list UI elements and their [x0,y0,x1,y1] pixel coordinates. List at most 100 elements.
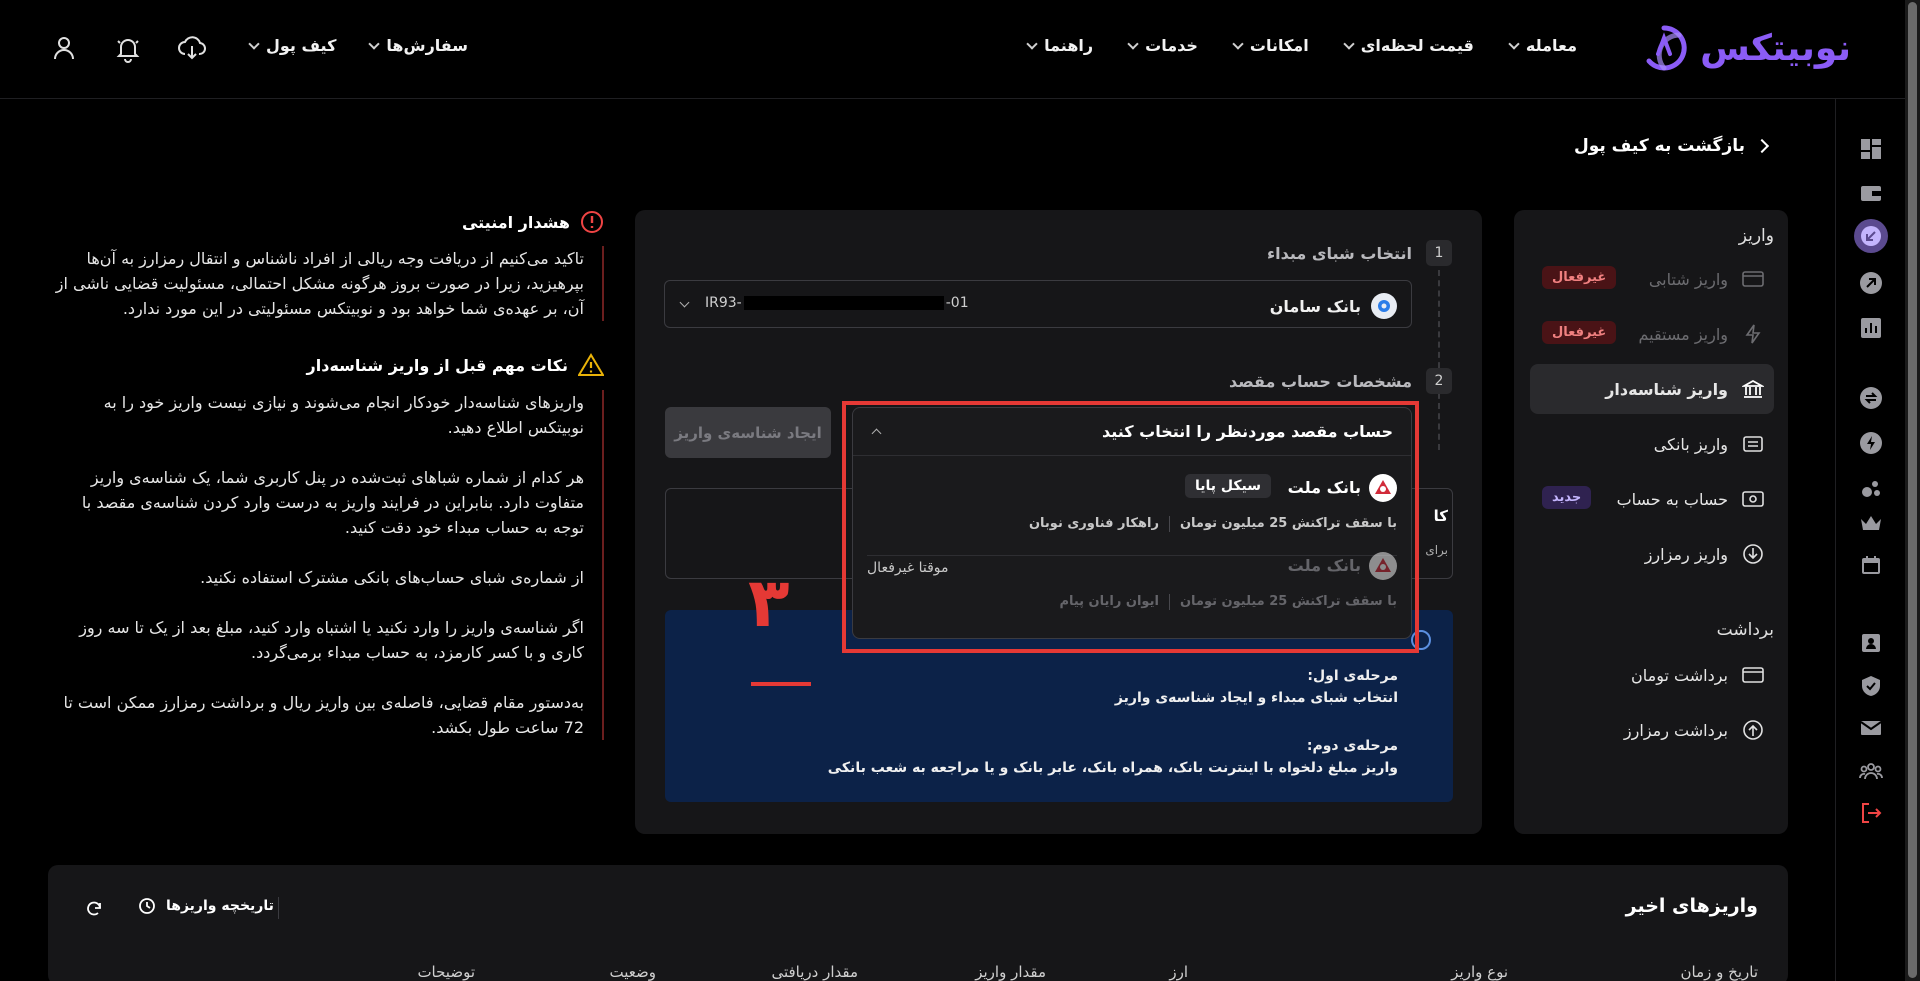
lightning-icon[interactable] [1857,429,1885,457]
security-warning-text: تاکید می‌کنیم از دریافت وجه ریالی از افر… [48,246,604,321]
user-icon[interactable] [48,32,80,64]
nav-trade-label: معامله [1525,36,1577,55]
side-item-instant-deposit[interactable]: واریز شتابی غیرفعال [1530,254,1774,304]
side-item-label: برداشت رمزارز [1623,720,1728,740]
side-item-bank-deposit[interactable]: واریز بانکی [1530,419,1774,469]
users-icon[interactable] [1857,757,1885,785]
side-item-account-to-account[interactable]: حساب به حساب جدید [1530,474,1774,524]
chevron-down-icon [1508,37,1520,50]
top-navbar: نوبیتکس معامله قیمت لحظه‌ای امکانات خدما… [0,0,1905,99]
wallet-icon[interactable] [1857,179,1885,207]
dots-icon[interactable] [1857,474,1885,502]
alert-circle-icon [581,211,603,233]
exchange-icon[interactable] [1857,384,1885,412]
destination-account-dropdown[interactable]: حساب مقصد موردنظر را انتخاب کنید بانک مل… [852,407,1412,639]
nav-orders-label: سفارش‌ها [386,36,469,55]
step-number: 2 [1426,368,1452,394]
id-card-icon[interactable] [1857,629,1885,657]
nav-wallet[interactable]: کیف پول [248,36,337,55]
side-item-label: واریز مستقیم [1638,324,1728,344]
source-iban-select[interactable]: بانک سامان IR93- -01 [664,280,1412,328]
user-nav: سفارش‌ها کیف پول [248,36,469,55]
source-iban: IR93- -01 [705,295,969,311]
option-bank-name: بانک ملت [1287,556,1361,575]
note-item: از شماره‌ی شبای حساب‌های بانکی مشترک است… [200,568,584,587]
status-badge: غیرفعال [1542,321,1617,344]
note-item: به‌دستور مقام قضایی، فاصله‌ی بین واریز ر… [63,693,584,737]
nav-live-price[interactable]: قیمت لحظه‌ای [1343,36,1474,55]
nav-features[interactable]: امکانات [1232,36,1309,55]
clock-icon [139,898,155,914]
account-card-title: کا [1433,507,1448,525]
side-item-id-deposit[interactable]: واریز شناسه‌دار [1530,364,1774,414]
page-scrollbar[interactable] [1905,0,1920,981]
chevron-down-icon [368,37,381,50]
scrollbar-thumb[interactable] [1908,2,1917,978]
chevron-up-icon [871,428,882,439]
nav-trade[interactable]: معامله [1508,36,1577,55]
notes-title: نکات مهم قبل از واریز شناسه‌دار [306,355,568,375]
dashboard-icon[interactable] [1857,135,1885,163]
chevron-down-icon [1026,37,1038,50]
history-label: تاریخچه واریزها [166,898,274,914]
side-item-label: حساب به حساب [1616,489,1728,509]
recent-deposits-title: واریزهای اخیر [1625,895,1758,917]
step-connector [1438,270,1440,450]
nav-live-price-label: قیمت لحظه‌ای [1360,36,1474,55]
refresh-icon[interactable] [84,899,104,919]
step1-title: انتخاب شبای مبداء [1266,244,1412,263]
back-to-wallet-link[interactable]: بازگشت به کیف پول [1574,136,1770,156]
side-item-label: برداشت تومان [1631,665,1728,685]
option-bank-name: بانک ملت [1287,478,1361,497]
annotation-underline [751,682,811,686]
option-company: ایوان رایان پیام [1059,594,1159,609]
nav-wallet-label: کیف پول [266,36,337,55]
side-item-toman-withdraw[interactable]: برداشت تومان [1530,650,1774,700]
chevron-down-icon [1127,37,1139,50]
side-item-crypto-withdraw[interactable]: برداشت رمزارز [1530,705,1774,755]
annotation-number: ۳ [748,564,790,643]
dropdown-placeholder: حساب مقصد موردنظر را انتخاب کنید [1101,422,1393,441]
calendar-icon[interactable] [1857,551,1885,579]
side-item-direct-deposit[interactable]: واریز مستقیم غیرفعال [1530,309,1774,359]
top-icons [48,32,208,64]
side-item-label: واریز شتابی [1648,269,1728,289]
info-icon [1411,630,1431,650]
column-header: ارز [1169,963,1188,981]
column-header: تاریخ و زمان [1680,963,1759,981]
security-warning-heading: هشدار امنیتی [462,210,604,234]
crown-icon[interactable] [1857,509,1885,537]
nobitex-logo-icon [1646,25,1687,71]
chevron-down-icon [248,37,260,50]
nav-services[interactable]: خدمات [1127,36,1198,55]
side-item-crypto-deposit[interactable]: واریز رمزارز [1530,529,1774,579]
chart-icon[interactable] [1857,314,1885,342]
withdraw-icon[interactable] [1857,269,1885,297]
nav-orders[interactable]: سفارش‌ها [368,36,469,55]
option-limit: با سقف تراکنش 25 میلیون تومان [1179,516,1397,531]
iban-redaction [743,296,944,310]
column-header: مقدار واریز [975,963,1046,981]
source-bank: بانک سامان [1270,293,1397,319]
chevron-down-icon [1232,37,1244,50]
dropdown-option-disabled: بانک ملت موقتا غیرفعال با سقف تراکنش 25 … [853,542,1411,634]
new-badge: جدید [1542,486,1592,509]
divider [1168,516,1170,532]
divider [1168,594,1170,610]
upload-circle-icon [1740,717,1766,743]
note-item: اگر شناسه‌ی واریز را وارد نکنید یا اشتبا… [79,618,584,662]
brand-logo[interactable]: نوبیتکس [1640,24,1851,72]
status-badge: غیرفعال [1542,266,1617,289]
divider [278,897,279,919]
deposit-icon[interactable] [1854,219,1888,253]
create-deposit-id-button[interactable]: ایجاد شناسه‌ی واریز [665,407,831,458]
mail-icon[interactable] [1857,714,1885,742]
notes-text: واریزهای شناسه‌دار خودکار انجام می‌شوند … [48,390,604,740]
logout-icon[interactable] [1857,799,1885,827]
dropdown-header[interactable]: حساب مقصد موردنظر را انتخاب کنید [853,408,1411,456]
shield-icon[interactable] [1857,672,1885,700]
cloud-download-icon[interactable] [176,32,208,64]
deposit-history-link[interactable]: تاریخچه واریزها [138,897,274,915]
nav-guide[interactable]: راهنما [1026,36,1093,55]
bell-icon[interactable] [112,32,144,64]
